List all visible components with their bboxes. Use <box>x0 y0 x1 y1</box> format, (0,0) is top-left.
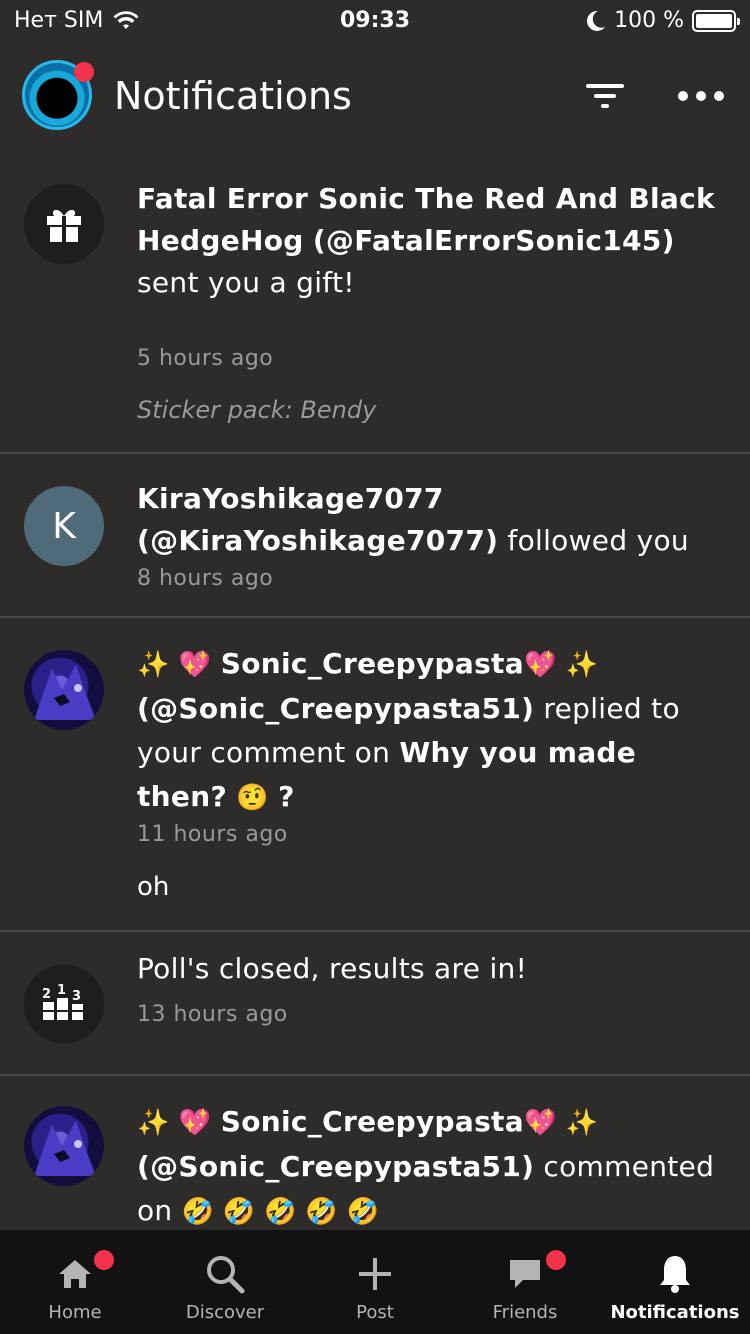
post-title-suffix: ? <box>278 780 295 813</box>
notification-action: followed you <box>507 524 689 557</box>
svg-text:1: 1 <box>57 984 66 998</box>
status-right: 100 % <box>586 8 740 33</box>
tab-post[interactable]: Post <box>300 1230 450 1334</box>
friends-badge <box>546 1250 566 1270</box>
plus-icon <box>350 1252 400 1296</box>
tab-label: Friends <box>492 1302 558 1323</box>
gift-icon <box>47 209 81 242</box>
notification-time: 8 hours ago <box>137 566 274 591</box>
svg-text:3: 3 <box>72 989 81 1004</box>
avatar-image <box>34 664 96 720</box>
sparkle-emoji: ✨ <box>137 1108 170 1138</box>
notification-item-reply[interactable]: ✨ 💖 Sonic_Creepypasta💖 ✨ (@Sonic_Creepyp… <box>0 618 750 932</box>
notification-time: 11 hours ago <box>137 822 288 847</box>
tab-label: Discover <box>185 1302 265 1323</box>
filter-button[interactable] <box>584 76 628 116</box>
notification-item-poll[interactable]: 2 1 3 Poll's closed, results are in! 13 … <box>0 932 750 1076</box>
raised-eyebrow-emoji: 🤨 <box>236 783 269 813</box>
heart-emoji: 💖 <box>178 650 212 680</box>
search-icon <box>200 1252 250 1296</box>
poll-icon-circle: 2 1 3 <box>24 964 104 1044</box>
gift-detail: Sticker pack: Bendy <box>137 396 377 424</box>
notification-time: 5 hours ago <box>137 346 274 371</box>
tab-notifications[interactable]: Notifications <box>600 1230 750 1334</box>
notification-text: Poll's closed, results are in! <box>137 952 528 985</box>
tab-friends[interactable]: Friends <box>450 1230 600 1334</box>
avatar-badge <box>74 62 94 82</box>
sender-handle[interactable]: (@FatalErrorSonic145) <box>313 224 675 257</box>
more-icon <box>678 91 688 101</box>
svg-text:2: 2 <box>42 987 51 1002</box>
sender-handle[interactable]: (@Sonic_Creepypasta51) <box>137 1150 534 1183</box>
sparkle-emoji: ✨ <box>565 650 599 680</box>
tab-home[interactable]: Home <box>0 1230 150 1334</box>
bell-icon <box>650 1252 700 1296</box>
notification-time: 13 hours ago <box>137 1002 288 1027</box>
heart-emoji: 💖 <box>523 1108 557 1138</box>
more-options-button[interactable] <box>678 86 726 106</box>
filter-icon <box>586 84 624 88</box>
heart-emoji: 💖 <box>178 1108 212 1138</box>
tab-label: Notifications <box>610 1302 740 1323</box>
avatar[interactable]: K <box>24 486 104 566</box>
sender-name[interactable]: KiraYoshikage7077 <box>137 482 444 515</box>
sender-name[interactable]: Sonic_Creepypasta <box>221 647 524 680</box>
avatar-image <box>34 1120 96 1176</box>
avatar[interactable] <box>24 650 104 730</box>
chat-icon <box>500 1252 550 1296</box>
notification-list: Fatal Error Sonic The Red And Black Hedg… <box>0 160 750 1236</box>
sender-name[interactable]: Sonic_Creepypasta <box>221 1105 524 1138</box>
poll-results-icon: 2 1 3 <box>42 984 83 1020</box>
status-bar: Нет SIM 09:33 100 % <box>0 0 750 40</box>
sparkle-emoji: ✨ <box>565 1108 599 1138</box>
tab-label: Home <box>48 1302 102 1323</box>
sender-handle[interactable]: (@KiraYoshikage7077) <box>137 524 498 557</box>
notification-item-follow[interactable]: K KiraYoshikage7077 (@KiraYoshikage7077)… <box>0 454 750 618</box>
sender-handle[interactable]: (@Sonic_Creepypasta51) <box>137 692 534 725</box>
notification-item-comment[interactable]: ✨ 💖 Sonic_Creepypasta💖 ✨ (@Sonic_Creepyp… <box>0 1076 750 1236</box>
header: Notifications <box>0 56 750 140</box>
tab-label: Post <box>356 1302 394 1323</box>
gift-icon-circle <box>24 184 104 264</box>
bottom-tab-bar: Home Discover Post Friends Notifications <box>0 1230 750 1334</box>
page-title: Notifications <box>114 74 352 118</box>
notification-item-gift[interactable]: Fatal Error Sonic The Red And Black Hedg… <box>0 160 750 454</box>
battery-percent: 100 % <box>614 8 684 33</box>
home-icon <box>50 1252 100 1296</box>
heart-emoji: 💖 <box>523 650 557 680</box>
notification-text: ✨ 💖 Sonic_Creepypasta💖 ✨ (@Sonic_Creepyp… <box>137 642 727 820</box>
tab-discover[interactable]: Discover <box>150 1230 300 1334</box>
notification-text: ✨ 💖 Sonic_Creepypasta💖 ✨ (@Sonic_Creepyp… <box>137 1100 727 1234</box>
notification-text: KiraYoshikage7077 (@KiraYoshikage7077) f… <box>137 478 727 562</box>
avatar[interactable] <box>24 1106 104 1186</box>
home-badge <box>94 1250 114 1270</box>
profile-avatar[interactable] <box>22 60 94 130</box>
reply-preview: oh <box>137 872 170 902</box>
notification-action: sent you a gift! <box>137 266 355 299</box>
laughing-emojis[interactable]: 🤣 🤣 🤣 🤣 🤣 <box>182 1190 380 1234</box>
notifications-screen: Нет SIM 09:33 100 % Notifications Fatal … <box>0 0 750 1334</box>
sparkle-emoji: ✨ <box>137 650 170 680</box>
battery-icon <box>692 9 740 32</box>
notification-text: Fatal Error Sonic The Red And Black Hedg… <box>137 178 727 304</box>
moon-icon <box>587 10 606 31</box>
